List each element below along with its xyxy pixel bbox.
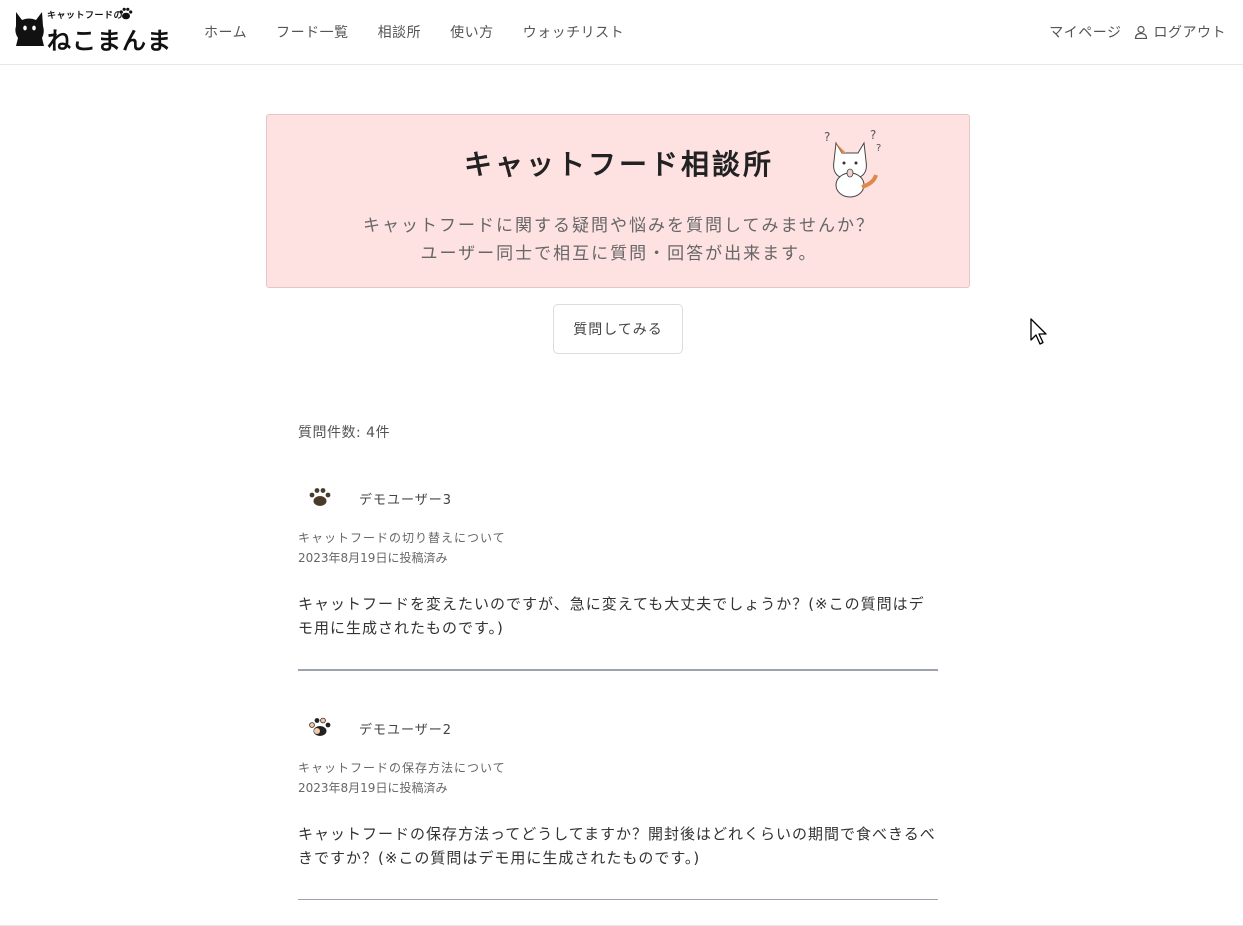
question-author[interactable]: デモユーザー3 bbox=[359, 489, 452, 508]
mypage-link[interactable]: マイページ bbox=[1049, 22, 1121, 42]
svg-text:?: ? bbox=[824, 130, 830, 144]
cat-silhouette-icon bbox=[15, 12, 45, 46]
site-header: キャットフードの ねこまんま ホーム フード一覧 相談所 使い方 ウォッチリスト… bbox=[0, 0, 1243, 65]
question-title[interactable]: キャットフードの切り替えについて bbox=[298, 529, 506, 546]
nav-consultation[interactable]: 相談所 bbox=[378, 22, 422, 42]
ask-question-button[interactable]: 質問してみる bbox=[553, 304, 683, 354]
paw-icon bbox=[119, 7, 133, 20]
calico-paw-icon bbox=[309, 717, 331, 736]
question-title[interactable]: キャットフードの保存方法について bbox=[298, 759, 506, 776]
banner-subtitle-line2: ユーザー同士で相互に質問・回答が出来ます。 bbox=[420, 244, 818, 264]
account-nav: マイページ ログアウト bbox=[1049, 22, 1226, 42]
logo-tagline: キャットフードの bbox=[47, 11, 124, 21]
svg-text:?: ? bbox=[876, 143, 881, 154]
question-date: 2023年8月19日に投稿済み bbox=[298, 551, 448, 565]
user-icon bbox=[1134, 25, 1147, 39]
divider bbox=[298, 669, 938, 671]
question-body: キャットフードの保存方法ってどうしてますか？開封後はどれくらいの期間で食べきるべ… bbox=[298, 825, 936, 867]
nav-food-list[interactable]: フード一覧 bbox=[276, 22, 349, 42]
paw-icon bbox=[309, 488, 331, 506]
banner-subtitle-line1: キャットフードに関する疑問や悩みを質問してみませんか？ bbox=[363, 216, 875, 236]
svg-text:?: ? bbox=[870, 128, 876, 142]
mouse-cursor-icon bbox=[1030, 318, 1047, 345]
nav-home[interactable]: ホーム bbox=[204, 22, 247, 42]
question-author[interactable]: デモユーザー2 bbox=[359, 719, 452, 738]
nav-watchlist[interactable]: ウォッチリスト bbox=[523, 22, 625, 42]
question-count: 質問件数: 4件 bbox=[298, 425, 391, 441]
nav-how-to-use[interactable]: 使い方 bbox=[450, 22, 494, 42]
logo-brand: ねこまんま bbox=[47, 27, 172, 55]
main-nav: ホーム フード一覧 相談所 使い方 ウォッチリスト bbox=[204, 22, 653, 42]
divider bbox=[298, 899, 938, 900]
question-date: 2023年8月19日に投稿済み bbox=[298, 781, 448, 795]
site-logo[interactable]: キャットフードの ねこまんま bbox=[12, 6, 172, 55]
question-body: キャットフードを変えたいのですが、急に変えても大丈夫でしょうか？(※この質問はデ… bbox=[298, 595, 925, 637]
confused-cat-icon: ? ? ? bbox=[824, 128, 881, 198]
consultation-banner: キャットフード相談所 ? ? ? キャットフードに関する疑問や悩みを質問してみま… bbox=[266, 114, 970, 288]
logout-link[interactable]: ログアウト bbox=[1154, 22, 1227, 42]
